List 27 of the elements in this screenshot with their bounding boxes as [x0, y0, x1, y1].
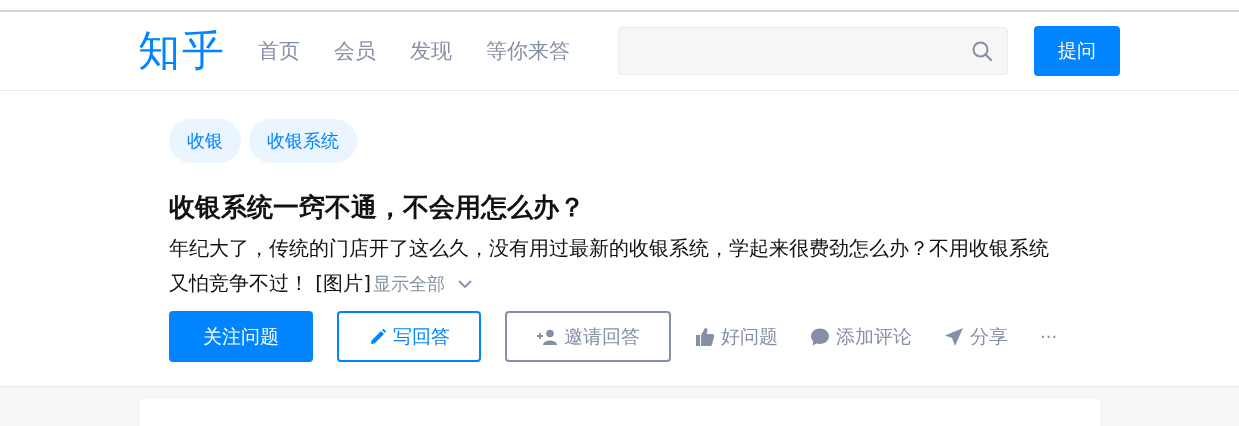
- more-button[interactable]: ···: [1040, 311, 1058, 362]
- speech-bubble-icon: [810, 326, 830, 347]
- logo[interactable]: 知乎: [138, 30, 226, 72]
- add-person-icon: [536, 327, 558, 346]
- topic-tag[interactable]: 收银系统: [249, 119, 357, 163]
- action-button[interactable]: 添加评论: [810, 311, 912, 362]
- thumbs-up-icon: [695, 326, 715, 347]
- question-button[interactable]: 邀请回答: [505, 311, 671, 362]
- nav-link[interactable]: 会员: [330, 31, 380, 71]
- ask-button[interactable]: 提问: [1034, 26, 1120, 76]
- description-line: 年纪大了，传统的门店开了这么久，没有用过最新的收银系统，学起来很费劲怎么办？不用收银系统: [169, 235, 1050, 262]
- show-all-link[interactable]: 显示全部: [372, 266, 445, 301]
- action-button[interactable]: 分享: [944, 311, 1008, 362]
- caret-icon[interactable]: [456, 278, 473, 289]
- nav-link[interactable]: 首页: [254, 31, 304, 71]
- topic-tag[interactable]: 收银: [169, 119, 241, 163]
- search-icon[interactable]: [971, 40, 993, 62]
- description-line: 又怕竞争不过！ [图片]: [169, 270, 371, 297]
- question-button[interactable]: 关注问题: [169, 311, 313, 362]
- question-button[interactable]: 写回答: [337, 311, 481, 362]
- question-title: 收银系统一窍不通，不会用怎么办？: [169, 191, 586, 224]
- paper-plane-icon: [944, 326, 964, 347]
- pencil-icon: [368, 327, 387, 346]
- nav-link[interactable]: 等你来答: [482, 31, 574, 71]
- search-field[interactable]: [618, 27, 1008, 75]
- action-button[interactable]: 好问题: [695, 311, 778, 362]
- nav-link[interactable]: 发现: [406, 31, 456, 71]
